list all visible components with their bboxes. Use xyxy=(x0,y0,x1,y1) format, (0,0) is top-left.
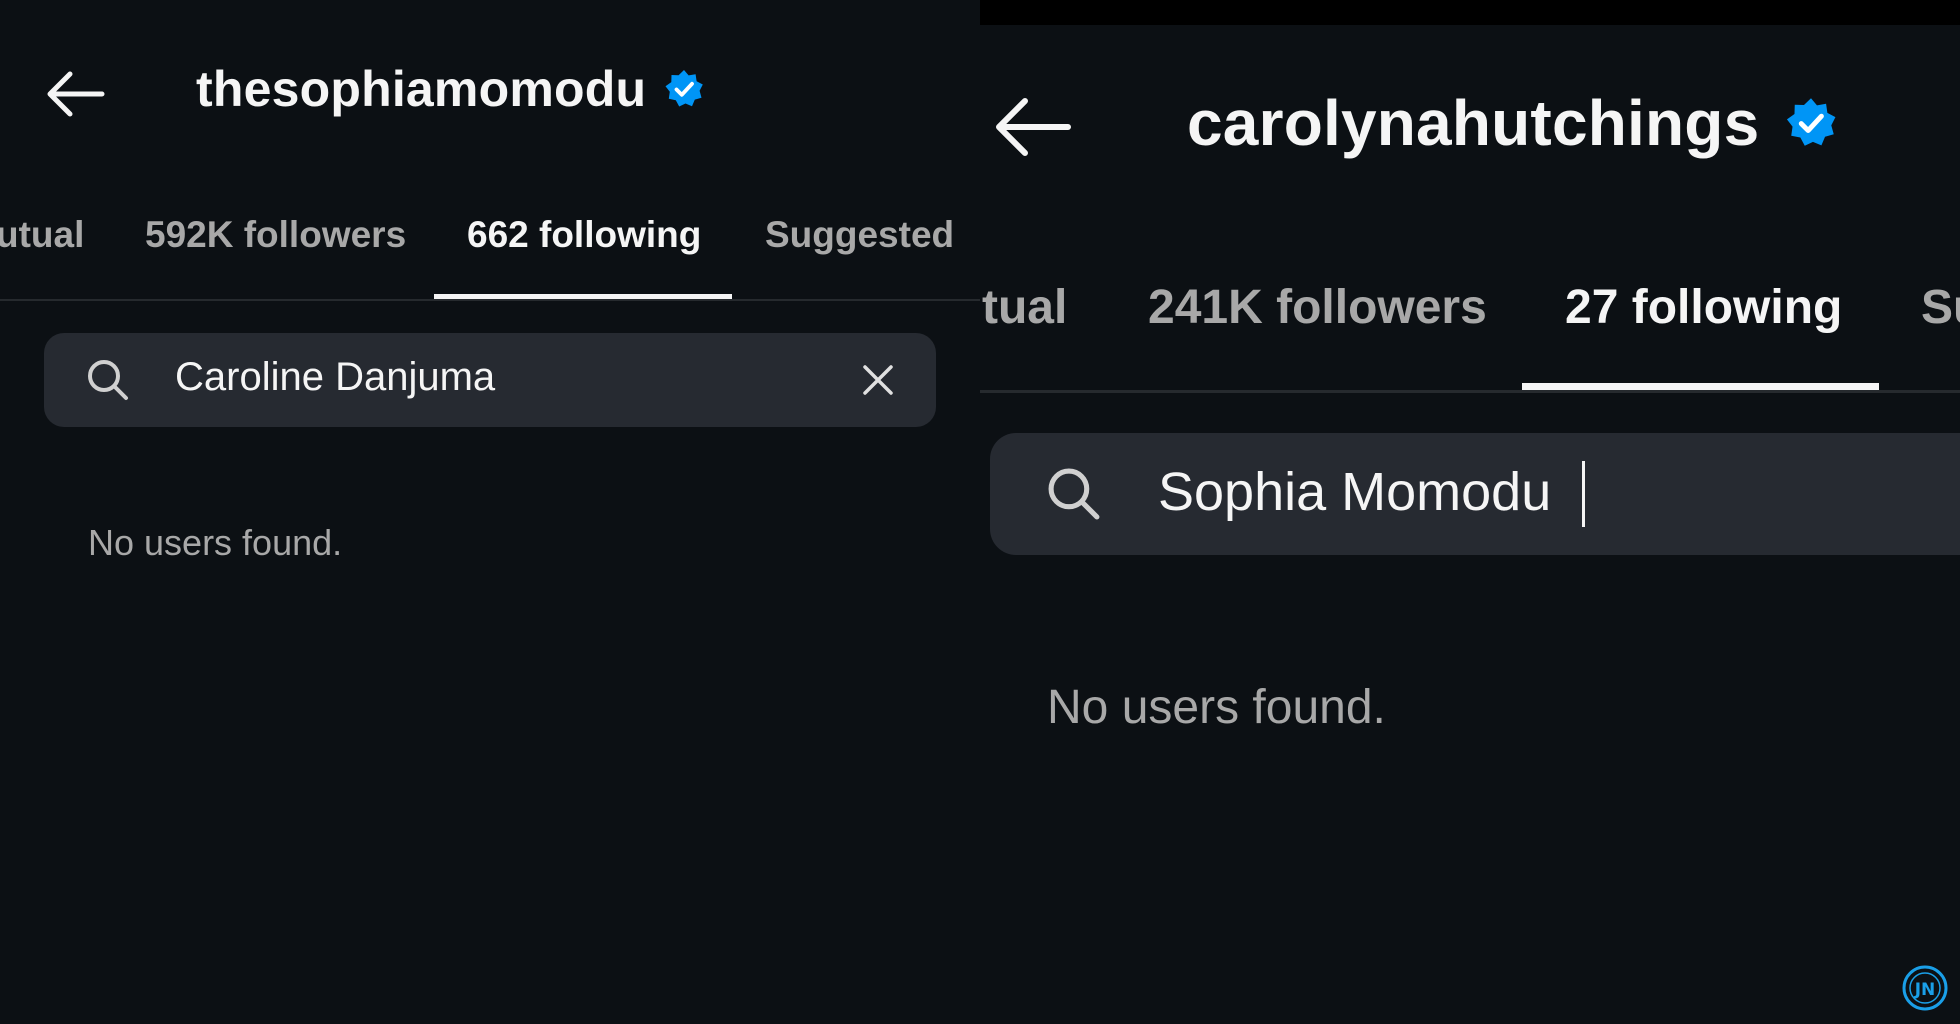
search-bar[interactable]: Sophia Momodu xyxy=(990,433,1960,555)
tabs-divider xyxy=(0,299,980,301)
tab-mutual[interactable]: tual xyxy=(982,280,1067,335)
follow-tabs: tual 241K followers 27 following Su xyxy=(980,280,1960,342)
active-tab-indicator xyxy=(1522,383,1879,390)
back-arrow-icon[interactable] xyxy=(44,70,106,118)
no-results-message: No users found. xyxy=(88,522,343,563)
tab-followers[interactable]: 592K followers xyxy=(145,214,406,256)
left-screenshot-panel: thesophiamomodu utual 592K followers 662… xyxy=(0,0,980,1024)
profile-header: carolynahutchings xyxy=(1187,86,1837,160)
tab-following[interactable]: 27 following xyxy=(1565,280,1842,335)
tabs-divider xyxy=(980,390,1960,393)
close-icon[interactable] xyxy=(862,364,894,396)
verified-badge-icon xyxy=(1787,98,1836,146)
search-icon xyxy=(1048,468,1100,520)
no-results-message: No users found. xyxy=(1047,681,1386,734)
jn-logo-icon: JN xyxy=(1901,964,1949,1012)
tab-suggested[interactable]: Suggested xyxy=(765,214,954,256)
profile-username: carolynahutchings xyxy=(1187,87,1760,159)
follow-tabs: utual 592K followers 662 following Sugge… xyxy=(0,214,980,264)
back-arrow-icon[interactable] xyxy=(992,96,1072,158)
search-icon xyxy=(88,360,128,400)
search-input[interactable]: Sophia Momodu xyxy=(1158,461,1551,523)
status-bar xyxy=(980,0,1960,25)
profile-username: thesophiamomodu xyxy=(196,61,647,117)
svg-text:JN: JN xyxy=(1914,980,1936,1000)
right-screenshot-panel: carolynahutchings tual 241K followers 27… xyxy=(980,0,1960,1024)
profile-header: thesophiamomodu xyxy=(196,60,704,118)
search-bar[interactable]: Caroline Danjuma xyxy=(44,333,936,427)
tab-suggested[interactable]: Su xyxy=(1921,280,1960,335)
search-input[interactable]: Caroline Danjuma xyxy=(175,355,495,400)
tab-mutual[interactable]: utual xyxy=(0,214,84,256)
text-cursor xyxy=(1582,461,1585,527)
tab-following[interactable]: 662 following xyxy=(467,214,701,256)
tab-followers[interactable]: 241K followers xyxy=(1148,280,1487,335)
verified-badge-icon xyxy=(665,70,704,107)
